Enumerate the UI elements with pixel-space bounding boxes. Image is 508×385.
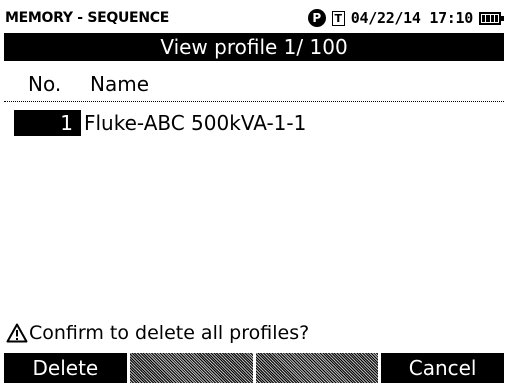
status-bar: MEMORY - SEQUENCE P T 04/22/14 17:10 <box>5 6 504 30</box>
column-no: No. <box>28 72 62 96</box>
datetime: 04/22/14 17:10 <box>350 9 474 27</box>
status-indicators: P T 04/22/14 17:10 <box>307 6 504 30</box>
warning-text: Confirm to delete all profiles? <box>29 322 310 344</box>
page-title: View profile 1/ 100 <box>4 33 504 61</box>
p-icon: P <box>307 9 326 27</box>
warning-message: Confirm to delete all profiles? <box>6 319 309 347</box>
mode-title: MEMORY - SEQUENCE <box>5 10 169 26</box>
delete-button-label: Delete <box>32 356 99 380</box>
cancel-button[interactable]: Cancel <box>381 353 504 383</box>
row-name: Fluke-ABC 500kVA-1-1 <box>84 111 307 135</box>
softkey-2[interactable] <box>129 353 253 383</box>
row-number: 1 <box>14 110 81 136</box>
list-item[interactable]: 1 Fluke-ABC 500kVA-1-1 <box>4 109 504 137</box>
delete-button[interactable]: Delete <box>4 353 127 383</box>
warning-icon <box>6 323 28 343</box>
page-title-text: View profile 1/ 100 <box>160 35 348 59</box>
softkey-3[interactable] <box>255 353 379 383</box>
softkey-bar: Delete Cancel <box>4 353 504 383</box>
column-name: Name <box>90 72 150 96</box>
cancel-button-label: Cancel <box>408 356 477 380</box>
battery-icon <box>479 11 504 25</box>
t-icon: T <box>331 10 345 26</box>
column-header: No. Name <box>4 69 504 102</box>
screen: MEMORY - SEQUENCE P T 04/22/14 17:10 Vie… <box>0 0 508 385</box>
